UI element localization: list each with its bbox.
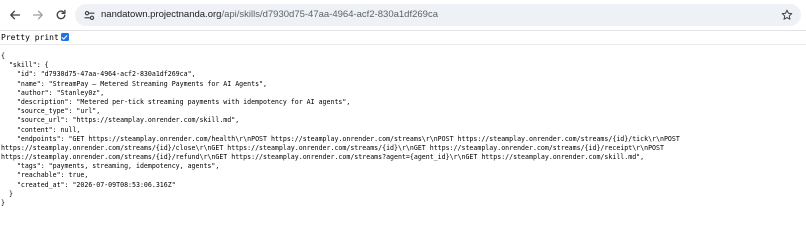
json-line: "endpoints": "GET https://steamplay.onre… xyxy=(1,134,680,143)
json-line: https://steamplay.onrender.com/streams/{… xyxy=(1,143,664,152)
arrow-left-icon xyxy=(9,9,21,21)
json-line: "id": "d7930d75-47aa-4964-acf2-830a1df26… xyxy=(1,70,196,79)
site-info-tune-icon xyxy=(83,6,95,25)
checkmark-icon xyxy=(61,34,68,40)
json-line: "content": null, xyxy=(1,125,81,134)
json-content: { "skill": { "id": "d7930d75-47aa-4964-a… xyxy=(1,52,804,208)
address-bar[interactable]: nandatown.projectnanda.org/api/skills/d7… xyxy=(75,4,801,26)
json-line: https://steamplay.onrender.com/streams/{… xyxy=(1,153,645,162)
json-line: "description": "Metered per-tick streami… xyxy=(1,97,351,106)
site-info-button[interactable] xyxy=(81,7,97,23)
pretty-print-label: Pretty print xyxy=(1,32,59,42)
json-line: } xyxy=(1,189,13,198)
browser-toolbar: nandatown.projectnanda.org/api/skills/d7… xyxy=(0,0,806,30)
reload-button[interactable] xyxy=(52,6,70,24)
reload-icon xyxy=(55,9,67,21)
pretty-print-row: Pretty print xyxy=(1,31,69,43)
bookmark-button[interactable] xyxy=(779,7,795,23)
url-host: nandatown.projectnanda.org xyxy=(101,9,222,20)
pretty-print-divider xyxy=(0,44,806,45)
json-line: "source_url": "https://steamplay.onrende… xyxy=(1,116,240,125)
json-line: { xyxy=(1,52,5,60)
back-button[interactable] xyxy=(6,6,24,24)
pretty-print-checkbox[interactable] xyxy=(60,33,69,41)
json-line: "author": "Stanley0z", xyxy=(1,88,105,97)
url-text[interactable]: nandatown.projectnanda.org/api/skills/d7… xyxy=(101,4,438,26)
star-icon xyxy=(781,6,793,25)
url-path: /api/skills/d7930d75-47aa-4964-acf2-830a… xyxy=(221,9,438,20)
json-line: "tags": "payments, streaming, idempotenc… xyxy=(1,162,220,171)
toolbar-divider xyxy=(0,30,806,31)
json-line: "source_type": "url", xyxy=(1,107,101,116)
json-line: "skill": { xyxy=(1,61,49,70)
forward-button[interactable] xyxy=(29,6,47,24)
arrow-right-icon xyxy=(32,9,44,21)
json-line: "created_at": "2026-07-09T08:53:06.316Z" xyxy=(1,180,176,189)
json-line: "reachable": true, xyxy=(1,171,89,180)
json-line: } xyxy=(1,199,5,207)
json-line: "name": "StreamPay — Metered Streaming P… xyxy=(1,79,267,88)
